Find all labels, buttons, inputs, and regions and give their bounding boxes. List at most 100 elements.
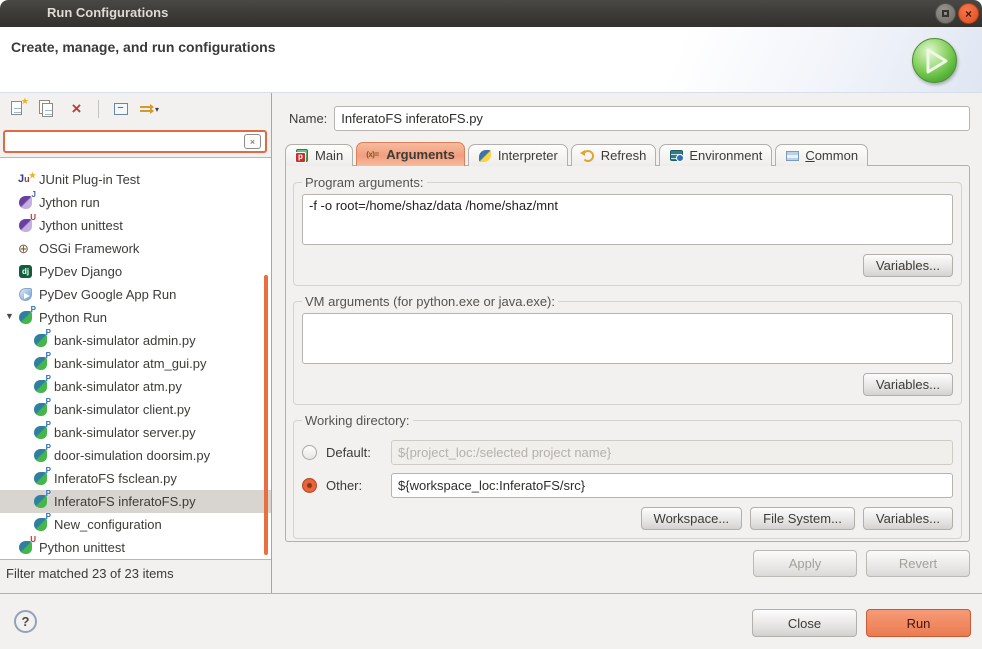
tree-item[interactable]: Pbank-simulator client.py [0, 398, 271, 421]
close-icon[interactable]: × [958, 3, 979, 24]
program-args-variables-button[interactable]: Variables... [863, 254, 953, 277]
run-play-icon [912, 38, 957, 83]
tree-item-label: Jython run [39, 195, 100, 210]
tree-item[interactable]: UPython unittest [0, 536, 271, 559]
python-run-icon: P [33, 517, 48, 532]
working-dir-variables-button[interactable]: Variables... [863, 507, 953, 530]
jython-unittest-icon: U [18, 218, 33, 233]
tab-bar: p Main (x)=Arguments Interpreter Refresh Envi… [285, 142, 871, 166]
refresh-tab-icon [581, 149, 596, 163]
tree-item-label: bank-simulator client.py [54, 402, 191, 417]
close-button[interactable]: Close [752, 609, 857, 637]
common-tab-icon [785, 149, 800, 163]
tree-item-label: door-simulation doorsim.py [54, 448, 210, 463]
junit-icon: Ju★ [18, 172, 33, 187]
tree-item[interactable]: Pdoor-simulation doorsim.py [0, 444, 271, 467]
collapse-all-icon[interactable]: − [111, 100, 130, 118]
tree-item[interactable]: PyDev Google App Run [0, 283, 271, 306]
toolbar-separator [98, 100, 99, 118]
tab-environment[interactable]: Environment [659, 144, 772, 166]
tree-item-label: bank-simulator atm.py [54, 379, 182, 394]
python-run-icon: P [33, 425, 48, 440]
tree-item-label: New_configuration [54, 517, 162, 532]
tree-item[interactable]: P InferatoFS inferatoFS.py [0, 490, 271, 513]
tree-item[interactable]: JJython run [0, 191, 271, 214]
delete-icon[interactable]: × [67, 100, 86, 118]
left-panel: ★×−▾ × Ju★JUnit Plug-in TestJJython runU… [0, 93, 272, 593]
vm-arguments-legend: VM arguments (for python.exe or java.exe… [302, 294, 558, 309]
tab-label: Interpreter [498, 148, 558, 163]
name-input[interactable] [334, 106, 970, 131]
tab-arguments[interactable]: (x)=Arguments [356, 142, 465, 166]
tree-item[interactable]: P New_configuration [0, 513, 271, 536]
tree-item-label: JUnit Plug-in Test [39, 172, 140, 187]
gae-icon [18, 287, 33, 302]
maximize-icon[interactable] [935, 3, 956, 24]
tree-item-label: Jython unittest [39, 218, 123, 233]
tree-item[interactable]: Pbank-simulator admin.py [0, 329, 271, 352]
file-system-button[interactable]: File System... [750, 507, 855, 530]
bottom-bar: ? Close Run [0, 593, 982, 649]
apply-button[interactable]: Apply [753, 550, 857, 577]
banner: Create, manage, and run configurations [0, 27, 982, 93]
filter-box: × [3, 130, 267, 153]
tree-item-label: PyDev Django [39, 264, 122, 279]
banner-subtitle: Create, manage, and run configurations [0, 27, 982, 55]
default-radio[interactable] [302, 445, 317, 460]
program-arguments-input[interactable]: -f -o root=/home/shaz/data /home/shaz/mn… [302, 194, 953, 245]
duplicate-icon[interactable] [38, 100, 57, 118]
tree-item-label: InferatoFS inferatoFS.py [54, 494, 196, 509]
python-run-icon: P [33, 402, 48, 417]
titlebar[interactable]: Run Configurations × [0, 0, 982, 27]
default-directory-input [391, 440, 953, 465]
tree-item[interactable]: P InferatoFS fsclean.py [0, 467, 271, 490]
other-radio[interactable] [302, 478, 317, 493]
tab-refresh[interactable]: Refresh [571, 144, 657, 166]
tree-item[interactable]: Pbank-simulator atm_gui.py [0, 352, 271, 375]
python-run-icon: P [33, 379, 48, 394]
filter-status: Filter matched 23 of 23 items [6, 566, 174, 581]
tab-label: Environment [689, 148, 762, 163]
clear-filter-icon[interactable]: × [244, 134, 261, 149]
tree-item[interactable]: ▼PPython Run [0, 306, 271, 329]
tab-main[interactable]: p Main [285, 144, 353, 166]
interpreter-tab-icon [478, 149, 493, 163]
expander-icon[interactable]: ▼ [5, 311, 14, 321]
tree-item-label: OSGi Framework [39, 241, 139, 256]
filter-launch-icon[interactable]: ▾ [140, 100, 159, 118]
default-label: Default: [326, 445, 382, 460]
vm-args-variables-button[interactable]: Variables... [863, 373, 953, 396]
django-icon: dj [18, 264, 33, 279]
tree-item[interactable]: dj PyDev Django [0, 260, 271, 283]
tab-interpreter[interactable]: Interpreter [468, 144, 568, 166]
revert-button[interactable]: Revert [866, 550, 970, 577]
tree-item[interactable]: ⊕OSGi Framework [0, 237, 271, 260]
tab-label: Refresh [601, 148, 647, 163]
vm-arguments-group: VM arguments (for python.exe or java.exe… [293, 294, 962, 405]
run-button[interactable]: Run [866, 609, 971, 637]
tab-label: Main [315, 148, 343, 163]
python-run-icon: P [33, 356, 48, 371]
workspace-button[interactable]: Workspace... [641, 507, 743, 530]
program-arguments-group: Program arguments: -f -o root=/home/shaz… [293, 175, 962, 286]
tree-item-label: InferatoFS fsclean.py [54, 471, 177, 486]
tree-item-label: Python unittest [39, 540, 125, 555]
python-run-icon: P [33, 448, 48, 463]
tree-scrollbar[interactable] [264, 275, 268, 555]
filter-input[interactable] [5, 134, 244, 149]
help-icon[interactable]: ? [14, 610, 37, 633]
tree-item[interactable]: U Jython unittest [0, 214, 271, 237]
tree-item[interactable]: Pbank-simulator server.py [0, 421, 271, 444]
tab-label: Common [805, 148, 858, 163]
vm-arguments-input[interactable] [302, 313, 953, 364]
main-tab-icon: p [295, 149, 310, 163]
other-directory-input[interactable] [391, 473, 953, 498]
python-run-icon: P [33, 494, 48, 509]
tab-common[interactable]: Common [775, 144, 868, 166]
tree-item[interactable]: Ju★ JUnit Plug-in Test [0, 168, 271, 191]
new-configuration-icon[interactable]: ★ [9, 100, 28, 118]
left-toolbar: ★ × −▾ [0, 93, 271, 125]
working-directory-group: Working directory: Default: Other: Works… [293, 413, 962, 539]
python-run-icon: P [33, 471, 48, 486]
tree-item[interactable]: Pbank-simulator atm.py [0, 375, 271, 398]
